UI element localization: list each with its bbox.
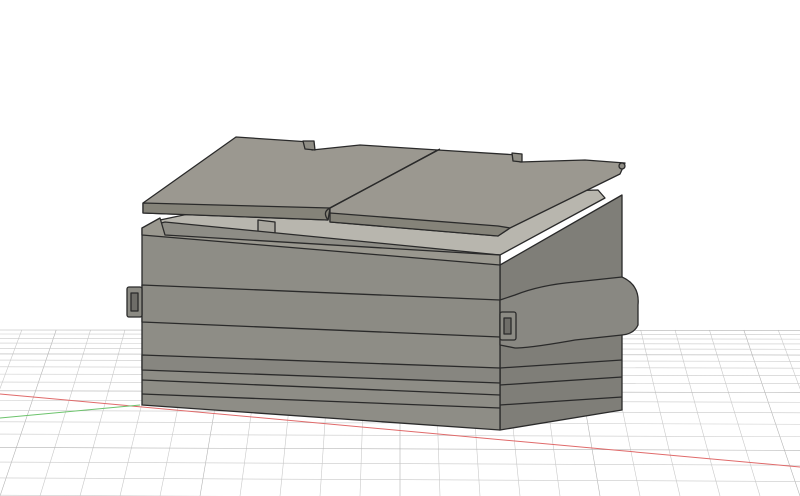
right-handle-slot — [503, 317, 512, 335]
y-axis-line — [0, 404, 141, 419]
cad-3d-viewport[interactable] — [0, 0, 800, 496]
hinge-tab-right — [511, 152, 523, 163]
grid-line — [0, 329, 23, 390]
dumpster-model[interactable] — [126, 136, 639, 431]
left-handle-slot — [130, 292, 139, 312]
hinge-tab-left — [302, 140, 316, 151]
3d-scene-canvas[interactable] — [0, 0, 800, 496]
grid-line — [79, 329, 126, 496]
hinge-pin — [618, 162, 626, 170]
